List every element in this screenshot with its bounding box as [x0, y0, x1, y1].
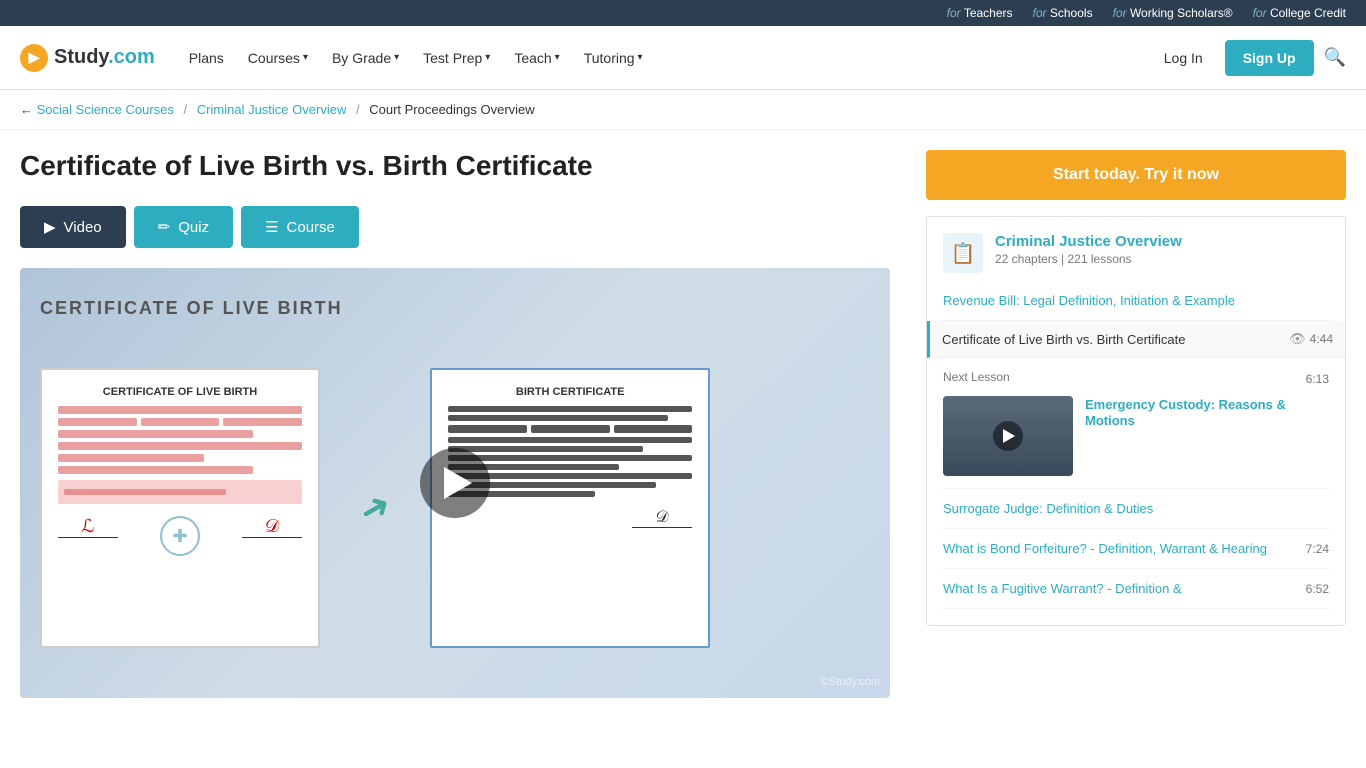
breadcrumb-current: Court Proceedings Overview: [369, 102, 534, 117]
tab-buttons: ▶ Video ✏ Quiz ☰ Course: [20, 206, 906, 248]
lesson-item-current: Certificate of Live Birth vs. Birth Cert…: [927, 321, 1345, 358]
nav-links: Plans Courses ▾ By Grade ▾ Test Prep ▾ T…: [179, 42, 653, 74]
main-container: Certificate of Live Birth vs. Birth Cert…: [0, 130, 1366, 718]
play-button[interactable]: [420, 448, 490, 518]
video-icon: ▶: [44, 218, 56, 236]
nav-courses[interactable]: Courses ▾: [238, 42, 318, 74]
course-icon: 📋: [943, 233, 983, 273]
logo-icon: ▶: [20, 44, 48, 72]
course-title-link[interactable]: Criminal Justice Overview: [995, 233, 1182, 250]
eye-icon: 👁: [1289, 331, 1306, 347]
page-title: Certificate of Live Birth vs. Birth Cert…: [20, 150, 906, 182]
topbar-item-schools[interactable]: for Schools: [1033, 6, 1093, 20]
next-lesson-label: Next Lesson: [943, 370, 1010, 384]
lesson-link-fugitive[interactable]: What Is a Fugitive Warrant? - Definition…: [943, 581, 1182, 596]
arrow-icon: ➜: [352, 482, 399, 533]
breadcrumb: ← Social Science Courses / Criminal Just…: [0, 90, 1366, 130]
lesson-item-next-label: Next Lesson 6:13: [943, 358, 1329, 489]
play-triangle-icon: [444, 467, 472, 499]
nav-tutoring[interactable]: Tutoring ▾: [574, 42, 653, 74]
logo[interactable]: ▶ Study.com: [20, 44, 155, 72]
nav-test-prep[interactable]: Test Prep ▾: [413, 42, 500, 74]
breadcrumb-social-science[interactable]: Social Science Courses: [37, 102, 174, 117]
search-button[interactable]: 🔍: [1324, 47, 1346, 68]
lesson-duration-fugitive: 6:52: [1306, 582, 1329, 596]
tab-quiz[interactable]: ✏ Quiz: [134, 206, 233, 248]
nav-plans[interactable]: Plans: [179, 42, 234, 74]
cta-button[interactable]: Start today. Try it now: [926, 150, 1346, 200]
tab-video[interactable]: ▶ Video: [20, 206, 126, 248]
cert-left-title: CERTIFICATE OF LIVE BIRTH: [58, 386, 302, 398]
nav-teach[interactable]: Teach ▾: [504, 42, 569, 74]
list-icon: ☰: [265, 218, 278, 236]
lesson-item-bond: What is Bond Forfeiture? - Definition, W…: [943, 529, 1329, 569]
cert-right-title: BIRTH CERTIFICATE: [448, 386, 692, 398]
topbar-item-working-scholars[interactable]: for Working Scholars®: [1113, 6, 1233, 20]
pencil-icon: ✏: [158, 218, 171, 236]
lesson-duration-bond: 7:24: [1306, 542, 1329, 556]
lesson-item-fugitive: What Is a Fugitive Warrant? - Definition…: [943, 569, 1329, 609]
course-box: 📋 Criminal Justice Overview 22 chapters …: [926, 216, 1346, 626]
breadcrumb-criminal-justice[interactable]: Criminal Justice Overview: [197, 102, 347, 117]
lesson-duration-current: 👁 4:44: [1289, 331, 1333, 347]
next-lesson-duration: 6:13: [1306, 372, 1329, 386]
lesson-item-revenue: Revenue Bill: Legal Definition, Initiati…: [943, 281, 1329, 321]
course-meta: 22 chapters | 221 lessons: [995, 252, 1182, 266]
next-lesson-title-link[interactable]: Emergency Custody: Reasons & Motions: [1085, 397, 1286, 428]
next-lesson-thumbnail[interactable]: [943, 396, 1073, 476]
cert-left: CERTIFICATE OF LIVE BIRTH: [40, 368, 320, 648]
main-nav: ▶ Study.com Plans Courses ▾ By Grade ▾ T…: [0, 26, 1366, 90]
content-area: Certificate of Live Birth vs. Birth Cert…: [20, 150, 906, 698]
next-lesson-container: Emergency Custody: Reasons & Motions: [943, 396, 1329, 476]
signup-button[interactable]: Sign Up: [1225, 40, 1314, 76]
back-arrow-icon: ←: [20, 102, 33, 117]
nav-by-grade[interactable]: By Grade ▾: [322, 42, 409, 74]
lesson-link-revenue[interactable]: Revenue Bill: Legal Definition, Initiati…: [943, 293, 1235, 308]
lesson-link-surrogate[interactable]: Surrogate Judge: Definition & Duties: [943, 501, 1153, 516]
lesson-item-surrogate: Surrogate Judge: Definition & Duties: [943, 489, 1329, 529]
top-bar: for Teachers for Schools for Working Sch…: [0, 0, 1366, 26]
topbar-item-teachers[interactable]: for Teachers: [947, 6, 1013, 20]
thumb-play-button[interactable]: [993, 421, 1023, 451]
topbar-item-college-credit[interactable]: for College Credit: [1253, 6, 1346, 20]
nav-right: Log In Sign Up 🔍: [1152, 40, 1346, 76]
logo-text: Study.com: [54, 46, 155, 69]
video-background: CERTIFICATE OF LIVE BIRTH CERTIFICATE OF…: [20, 268, 890, 698]
course-box-header: 📋 Criminal Justice Overview 22 chapters …: [943, 233, 1329, 273]
lesson-title-current: Certificate of Live Birth vs. Birth Cert…: [942, 332, 1185, 347]
nav-left: ▶ Study.com Plans Courses ▾ By Grade ▾ T…: [20, 42, 653, 74]
login-button[interactable]: Log In: [1152, 42, 1215, 74]
sidebar: Start today. Try it now 📋 Criminal Justi…: [926, 150, 1346, 698]
video-player[interactable]: CERTIFICATE OF LIVE BIRTH CERTIFICATE OF…: [20, 268, 890, 698]
tab-course[interactable]: ☰ Course: [241, 206, 359, 248]
watermark: ©Study.com: [821, 676, 880, 688]
lesson-link-bond[interactable]: What is Bond Forfeiture? - Definition, W…: [943, 541, 1267, 556]
